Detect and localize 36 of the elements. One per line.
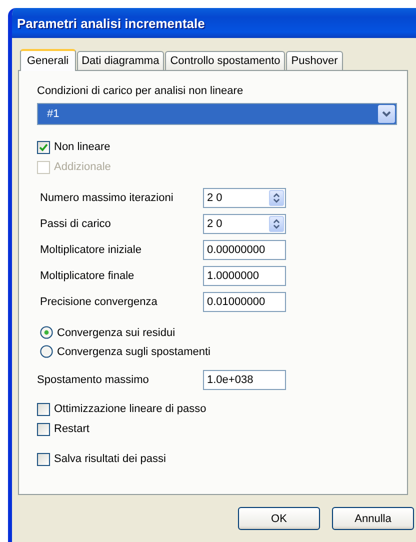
input-field[interactable]: 1.0e+038 bbox=[203, 370, 286, 390]
checkbox-label: Ottimizzazione lineare di passo bbox=[54, 403, 206, 415]
tab[interactable]: Generali bbox=[20, 49, 76, 71]
checkbox[interactable] bbox=[37, 402, 50, 416]
checkbox[interactable] bbox=[37, 422, 50, 436]
spin-field[interactable]: 20 bbox=[203, 214, 286, 234]
radio-button[interactable] bbox=[40, 326, 53, 339]
window-title: Parametri analisi incrementale bbox=[17, 16, 205, 30]
radio-button[interactable] bbox=[40, 345, 53, 358]
dropdown[interactable]: #1 bbox=[37, 103, 397, 125]
checkbox[interactable] bbox=[37, 140, 50, 154]
field-label: Passi di carico bbox=[40, 218, 112, 230]
input-field[interactable]: 1.0000000 bbox=[203, 266, 286, 286]
spinner-icon[interactable] bbox=[269, 216, 284, 232]
field-label: Numero massimo iterazioni bbox=[40, 192, 174, 204]
combo-label: Condizioni di carico per analisi non lineare bbox=[37, 85, 244, 97]
checkbox-label: Salva risultati dei passi bbox=[54, 453, 166, 465]
checkbox[interactable] bbox=[37, 452, 50, 466]
field-label: Moltiplicatore finale bbox=[40, 270, 136, 282]
spin-field[interactable]: 20 bbox=[203, 188, 286, 208]
tab[interactable]: Pushover bbox=[286, 51, 343, 70]
tab[interactable]: Dati diagramma bbox=[76, 51, 164, 70]
input-field[interactable]: 0.01000000 bbox=[203, 292, 286, 312]
field-label: Precisione convergenza bbox=[40, 296, 158, 308]
tab[interactable]: Controllo spostamento bbox=[165, 51, 286, 70]
dialog-button[interactable]: OK bbox=[238, 507, 320, 530]
checkbox-label: Restart bbox=[54, 423, 90, 435]
radio-label: Convergenza sugli spostamenti bbox=[57, 346, 210, 358]
field-label: Spostamento massimo bbox=[37, 374, 150, 386]
radio-label: Convergenza sui residui bbox=[57, 326, 176, 338]
field-label: Moltiplicatore iniziale bbox=[40, 244, 142, 256]
spinner-icon[interactable] bbox=[269, 190, 284, 206]
checkbox-label: Non lineare bbox=[54, 141, 110, 153]
input-field[interactable]: 0.00000000 bbox=[203, 240, 286, 260]
dialog-button[interactable]: Annulla bbox=[332, 507, 414, 530]
checkbox-label: Addizionale bbox=[54, 161, 111, 173]
